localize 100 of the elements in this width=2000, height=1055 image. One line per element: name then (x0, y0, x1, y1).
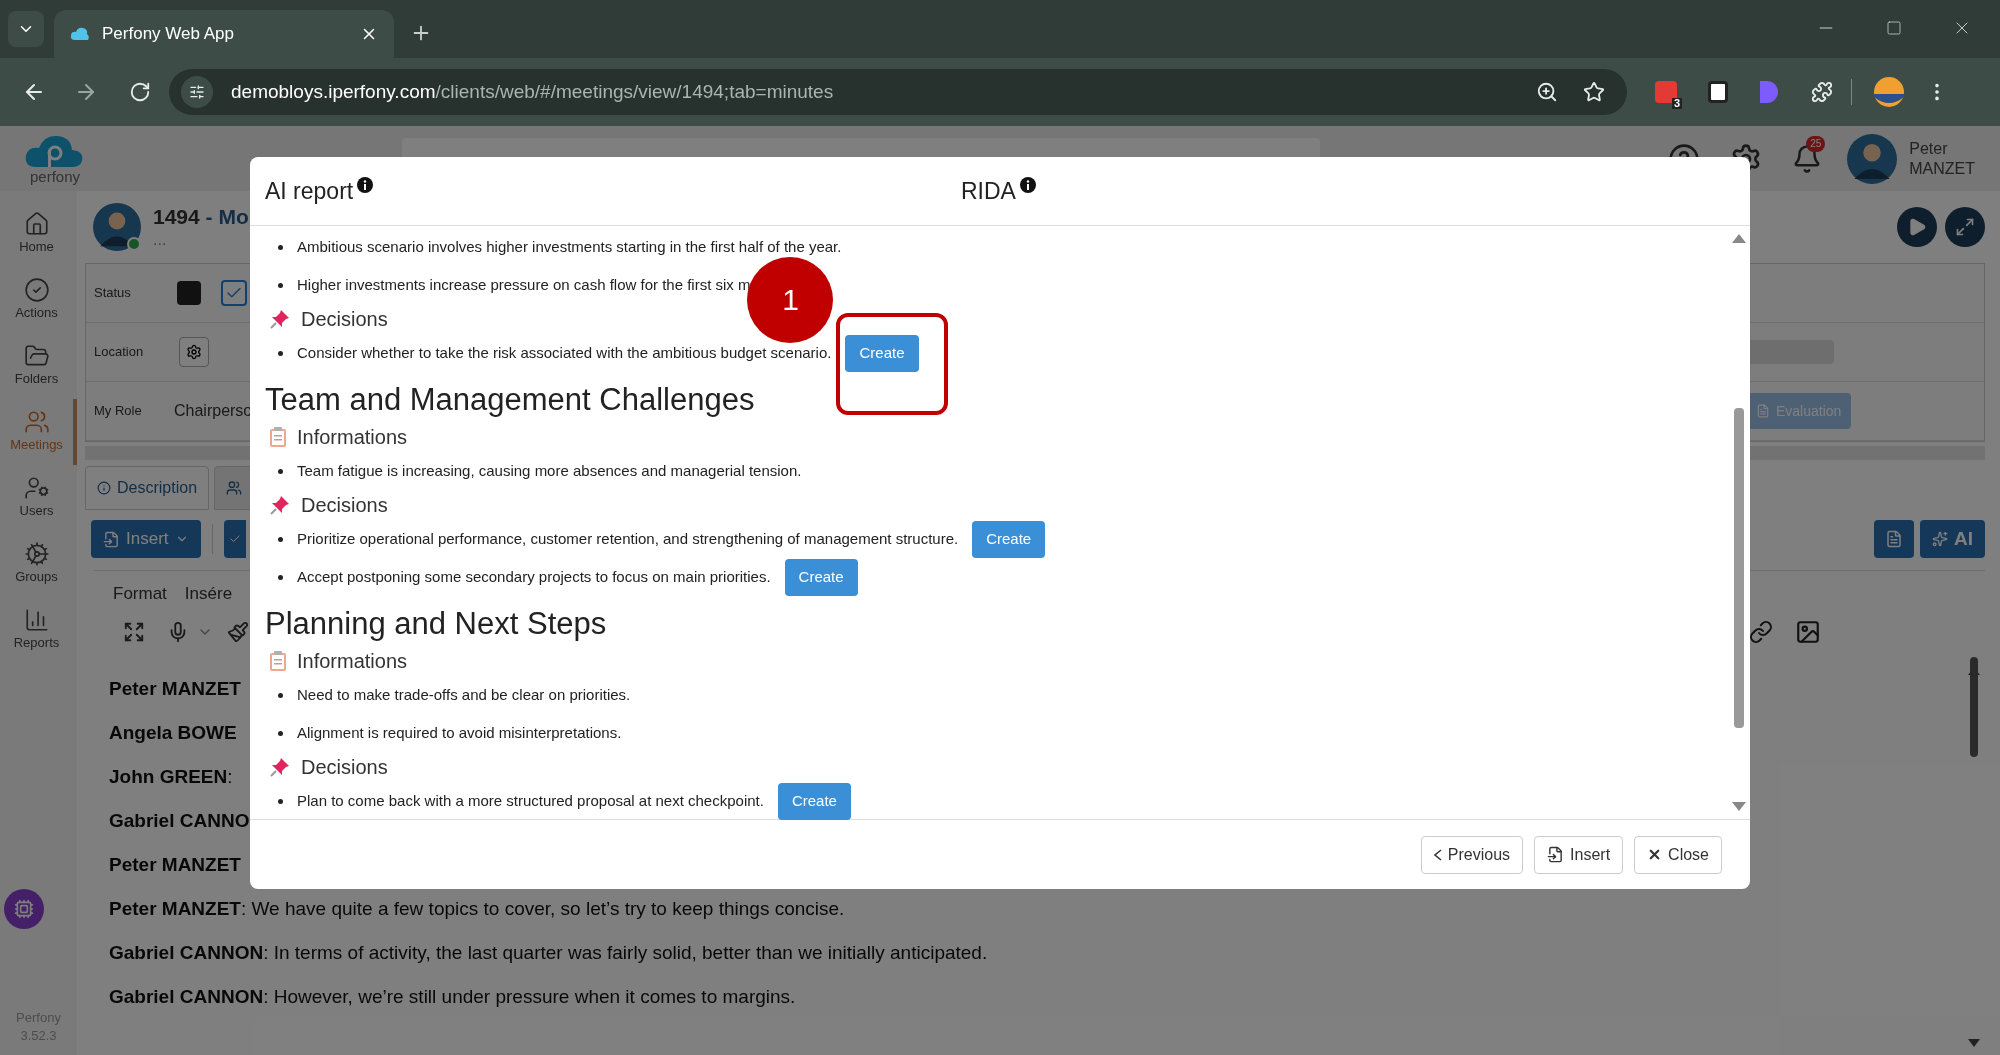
clipboard-icon (269, 650, 287, 672)
notification-badge: 25 (1806, 135, 1826, 152)
document-icon (1885, 530, 1903, 548)
transcript-line: Peter MANZET: We have quite a few topics to cover, so let’s try to keep things concise. (109, 896, 845, 921)
site-info-button[interactable] (181, 76, 213, 108)
transcript-line: Gabriel CANNON: However, we’re still under pressure when it comes to margins. (109, 984, 796, 1009)
info-icon[interactable] (1019, 177, 1036, 193)
color-swatch[interactable] (177, 281, 201, 305)
pushpin-icon (269, 494, 291, 516)
maximize-icon[interactable] (1886, 20, 1902, 36)
scroll-up-icon[interactable] (1732, 234, 1746, 243)
group-heading: Informations (297, 425, 408, 450)
check-circle-icon (23, 277, 50, 304)
zoom-icon[interactable] (1536, 81, 1558, 103)
extensions-icon[interactable] (1811, 81, 1833, 103)
report-item: Team fatigue is increasing, causing more absences and managerial tension. (297, 460, 802, 481)
cloud-icon (70, 26, 90, 42)
profile-avatar[interactable] (1874, 77, 1904, 107)
footer-button[interactable]: Insert (1534, 835, 1624, 874)
fullscreen-icon[interactable] (123, 620, 145, 643)
bullet (278, 468, 283, 474)
sidebar-item[interactable]: Folders (0, 333, 77, 399)
footer-button[interactable]: Close (1634, 835, 1722, 874)
bullet (278, 574, 283, 580)
star-icon[interactable] (1583, 81, 1605, 103)
transcript-line: Angela BOWE (109, 720, 237, 745)
scroll-down-icon[interactable] (1968, 1039, 1980, 1047)
meeting-number: 1494 (153, 204, 200, 228)
sidebar-item[interactable]: Groups (0, 531, 77, 597)
pushpin-icon (269, 756, 291, 778)
sidebar-item[interactable]: Reports (0, 597, 77, 663)
user-last-name: MANZET (1909, 158, 1975, 179)
sliders-icon (189, 84, 205, 100)
field-label: My Role (94, 402, 143, 421)
chip-icon (13, 899, 34, 919)
url-text: demobloys.iperfony.com/clients/web/#/meetings/view/1494;tab=minutes (231, 79, 834, 104)
tab[interactable]: Description (85, 466, 210, 510)
meeting-subtitle: ... (153, 230, 168, 251)
group-heading: Decisions (301, 493, 388, 518)
reload-icon[interactable] (129, 81, 151, 103)
document-icon (1756, 404, 1770, 418)
transcript-line: John GREEN: (109, 764, 233, 789)
report-item: Consider whether to take the risk associated with the ambitious budget scenario. (297, 342, 832, 363)
menu-item[interactable]: Insére (184, 581, 233, 607)
group-heading: Decisions (301, 307, 388, 332)
browser-tab[interactable]: Perfony Web App (54, 10, 394, 58)
create-button[interactable]: Create (777, 782, 851, 820)
sidebar-item[interactable]: Actions (0, 267, 77, 333)
document-button[interactable] (1874, 520, 1914, 558)
meeting-avatar (93, 203, 141, 251)
paint-roller-icon[interactable] (227, 620, 249, 643)
bar-chart-icon (23, 607, 50, 634)
link-icon[interactable] (1749, 619, 1773, 644)
transcript-line: Peter MANZET (109, 852, 241, 877)
check-button[interactable] (223, 520, 246, 558)
sidebar-item[interactable]: Home (0, 201, 77, 267)
ai-assistant-button[interactable] (3, 889, 44, 929)
report-item: Prioritize operational performance, customer retention, and strengthening of management structure. (297, 528, 959, 549)
check-icon (228, 533, 241, 545)
people-icon (23, 409, 50, 436)
info-icon[interactable] (357, 177, 374, 193)
tab-search-button[interactable] (8, 11, 44, 47)
checkbox[interactable] (221, 280, 247, 306)
extension-icon[interactable] (1708, 81, 1728, 103)
scrollbar-thumb[interactable] (1734, 407, 1744, 728)
ai-button[interactable]: AI (1920, 520, 1985, 558)
logo-text: perfony (29, 169, 80, 184)
scroll-down-icon[interactable] (1732, 802, 1746, 811)
bullet (278, 536, 283, 542)
sidebar-item[interactable]: Users (0, 465, 77, 531)
scrollbar-thumb[interactable] (1970, 656, 1978, 757)
create-button[interactable]: Create (845, 334, 919, 372)
bullet (278, 798, 283, 804)
bullet (278, 350, 283, 356)
insert-button[interactable]: Insert (91, 520, 201, 558)
report-item: Plan to come back with a more structured proposal at next checkpoint. (297, 790, 764, 811)
report-item: Ambitious scenario involves higher investments starting in the first half of the year. (297, 236, 842, 257)
menu-item[interactable]: Format (113, 581, 167, 607)
transcript-line: Gabriel CANNO (109, 808, 250, 833)
group-heading: Informations (297, 649, 408, 674)
footer-button[interactable]: Previous (1420, 835, 1524, 874)
settings-button[interactable] (179, 337, 209, 367)
section-heading: Planning and Next Steps (265, 605, 608, 643)
caret-left-icon (1433, 848, 1442, 861)
create-button[interactable]: Create (972, 520, 1046, 558)
address-bar[interactable]: demobloys.iperfony.com/clients/web/#/meetings/view/1494;tab=minutes (169, 69, 1627, 115)
play-button[interactable] (1897, 207, 1937, 247)
image-icon[interactable] (1795, 618, 1821, 645)
gear-icon (186, 344, 202, 360)
transcript-line: Gabriel CANNON: In terms of activity, the last quarter was fairly solid, better than we initially anticipated. (109, 940, 988, 965)
bullet (278, 730, 283, 736)
insert-icon (1547, 846, 1565, 863)
expand-button[interactable] (1945, 207, 1985, 247)
report-item: Need to make trade-offs and be clear on priorities. (297, 684, 631, 705)
report-item: Alignment is required to avoid misinterpretations. (297, 722, 622, 743)
gears-icon (23, 541, 50, 568)
people-icon (226, 480, 243, 496)
bullet (278, 282, 283, 288)
create-button[interactable]: Create (784, 558, 858, 596)
tab-title: Perfony Web App (102, 23, 235, 46)
